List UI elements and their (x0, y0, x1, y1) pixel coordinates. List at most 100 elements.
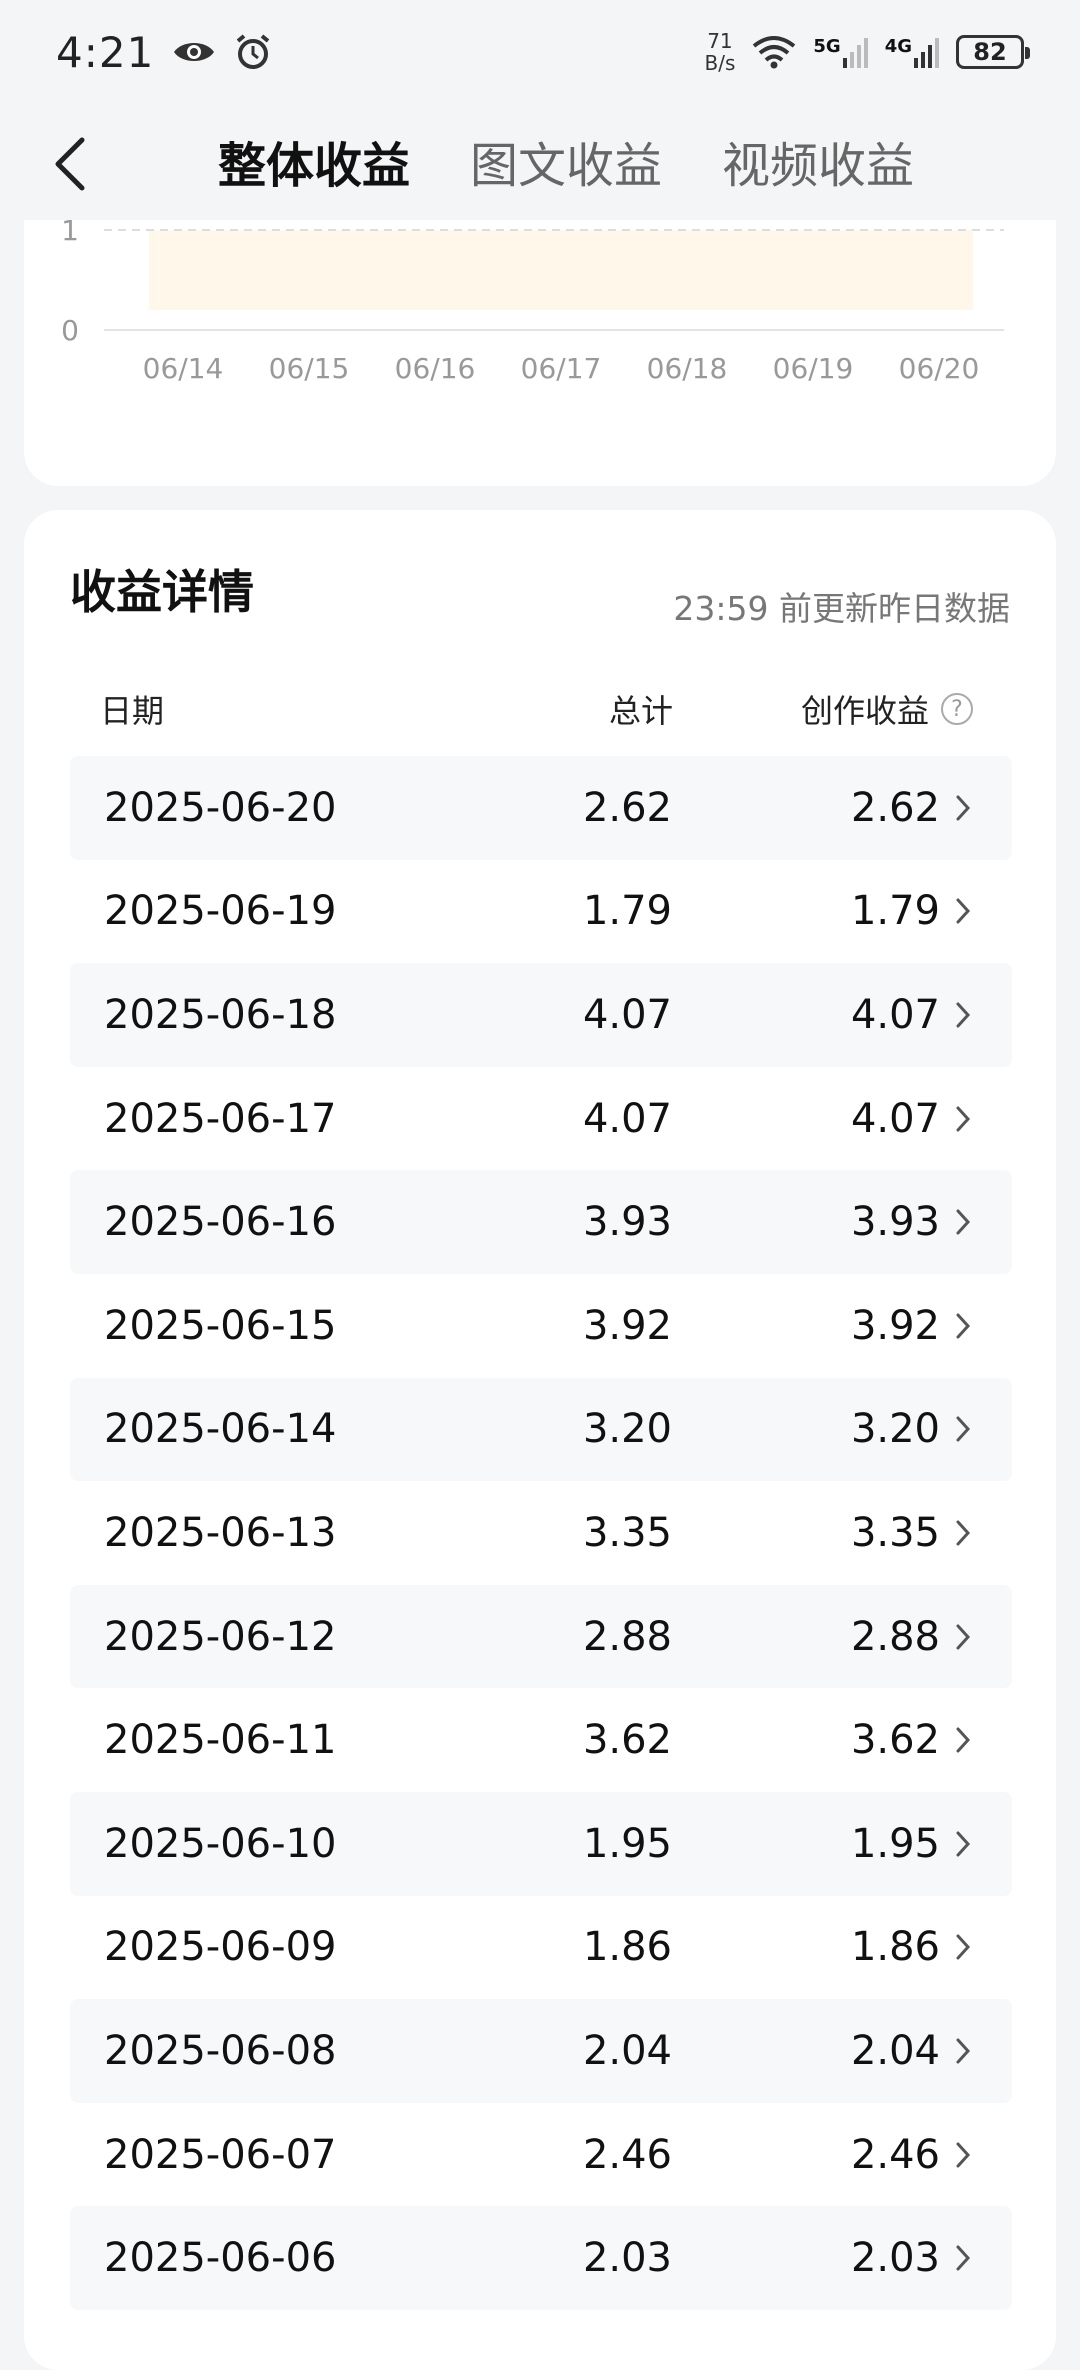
battery-indicator: 82 (956, 35, 1030, 69)
chevron-right-icon (956, 1002, 971, 1028)
row-creation-earnings: 3.20 (850, 1406, 940, 1453)
table-row[interactable]: 2025-06-11 3.62 3.62 (70, 1688, 1012, 1792)
chevron-right-icon (956, 1209, 971, 1235)
table-row[interactable]: 2025-06-17 4.07 4.07 (70, 1067, 1012, 1171)
row-total: 2.62 (582, 784, 672, 831)
row-total: 3.93 (582, 1199, 672, 1246)
table-row[interactable]: 2025-06-18 4.07 4.07 (70, 963, 1012, 1067)
table-row[interactable]: 2025-06-06 2.03 2.03 (70, 2206, 1012, 2310)
row-total: 1.79 (582, 888, 672, 935)
x-tick-label: 06/14 (143, 352, 224, 385)
column-header-total: 总计 (609, 692, 674, 730)
row-date: 2025-06-06 (104, 2235, 337, 2282)
row-creation-earnings: 2.04 (850, 2027, 940, 2074)
wifi-icon (753, 36, 796, 69)
status-bar: 4:21 71 B/s 5G 4G 82 (0, 0, 1080, 104)
signal-bars-icon (914, 38, 939, 68)
row-date: 2025-06-19 (104, 888, 337, 935)
row-creation-earnings: 2.46 (850, 2131, 940, 2178)
row-total: 3.35 (582, 1509, 672, 1556)
chevron-right-icon (956, 795, 971, 821)
table-row[interactable]: 2025-06-15 3.92 3.92 (70, 1274, 1012, 1378)
x-tick-label: 06/15 (269, 352, 350, 385)
table-row[interactable]: 2025-06-16 3.93 3.93 (70, 1170, 1012, 1274)
row-total: 2.04 (582, 2027, 672, 2074)
row-creation-earnings: 4.07 (850, 1095, 940, 1142)
table-row[interactable]: 2025-06-13 3.35 3.35 (70, 1481, 1012, 1585)
x-tick-label: 06/19 (773, 352, 854, 385)
chevron-right-icon (956, 2245, 971, 2271)
table-row[interactable]: 2025-06-19 1.79 1.79 (70, 860, 1012, 964)
row-total: 2.88 (582, 1613, 672, 1660)
help-icon[interactable]: ? (941, 693, 974, 725)
row-creation-earnings: 3.35 (850, 1509, 940, 1556)
chevron-right-icon (956, 1624, 971, 1650)
table-row[interactable]: 2025-06-20 2.62 2.62 (70, 756, 1012, 860)
top-navigation: 整体收益 图文收益 视频收益 (0, 104, 1080, 220)
row-date: 2025-06-11 (104, 1717, 337, 1764)
chevron-right-icon (956, 1520, 971, 1546)
status-time: 4:21 (56, 27, 155, 77)
row-total: 2.03 (582, 2235, 672, 2282)
chevron-right-icon (956, 1831, 971, 1857)
y-tick-label: 1 (61, 220, 79, 247)
update-note: 23:59 前更新昨日数据 (673, 589, 1010, 628)
earnings-chart-card: 0 1 06/14 06/15 06/16 06/17 06/18 06/19 06/20 (24, 220, 1056, 486)
row-date: 2025-06-10 (104, 1820, 337, 1867)
row-date: 2025-06-07 (104, 2131, 337, 2178)
row-total: 4.07 (582, 991, 672, 1038)
tab-overall-earnings[interactable]: 整体收益 (218, 126, 410, 196)
chevron-right-icon (956, 1106, 971, 1132)
chevron-right-icon (956, 2038, 971, 2064)
eye-icon (174, 43, 215, 61)
table-row[interactable]: 2025-06-08 2.04 2.04 (70, 1999, 1012, 2103)
table-row[interactable]: 2025-06-12 2.88 2.88 (70, 1584, 1012, 1689)
table-row[interactable]: 2025-06-09 1.86 1.86 (70, 1896, 1012, 2000)
column-header-date: 日期 (100, 692, 165, 730)
chevron-right-icon (956, 1934, 971, 1960)
signal-sim2: 4G (885, 36, 940, 68)
row-date: 2025-06-12 (104, 1613, 337, 1660)
row-date: 2025-06-16 (104, 1199, 337, 1246)
row-creation-earnings: 3.93 (850, 1199, 940, 1246)
table-row[interactable]: 2025-06-07 2.46 2.46 (70, 2103, 1012, 2207)
row-creation-earnings: 1.79 (850, 888, 940, 935)
chevron-right-icon (956, 898, 971, 924)
x-tick-label: 06/18 (647, 352, 728, 385)
row-total: 3.92 (582, 1302, 672, 1349)
table-row[interactable]: 2025-06-14 3.20 3.20 (70, 1377, 1012, 1482)
row-creation-earnings: 2.88 (850, 1613, 940, 1660)
row-creation-earnings: 3.92 (850, 1302, 940, 1349)
y-tick-label: 0 (61, 314, 79, 347)
tab-article-earnings[interactable]: 图文收益 (470, 126, 662, 196)
row-creation-earnings: 1.95 (850, 1820, 940, 1867)
table-row[interactable]: 2025-06-10 1.95 1.95 (70, 1791, 1012, 1896)
row-creation-earnings: 2.03 (850, 2235, 940, 2282)
earnings-tabs: 整体收益 图文收益 视频收益 (218, 126, 914, 196)
chevron-right-icon (956, 1313, 971, 1339)
row-total: 3.62 (582, 1717, 672, 1764)
earnings-details-card: 收益详情 23:59 前更新昨日数据 日期 总计 创作收益 ? 2025-06-… (24, 510, 1056, 2370)
row-date: 2025-06-17 (104, 1095, 337, 1142)
chevron-right-icon (956, 1416, 971, 1442)
row-date: 2025-06-08 (104, 2027, 337, 2074)
signal-sim1: 5G (813, 36, 868, 68)
row-total: 4.07 (582, 1095, 672, 1142)
x-tick-label: 06/16 (395, 352, 476, 385)
row-creation-earnings: 4.07 (850, 991, 940, 1038)
row-total: 2.46 (582, 2131, 672, 2178)
alarm-icon (237, 34, 270, 69)
x-tick-label: 06/20 (899, 352, 980, 385)
back-icon[interactable] (44, 134, 104, 194)
details-title: 收益详情 (70, 565, 254, 619)
row-creation-earnings: 3.62 (850, 1717, 940, 1764)
earnings-table: 2025-06-20 2.62 2.62 2025-06-19 1.79 1.79 2025… (70, 756, 1012, 2310)
signal-bars-icon (842, 38, 868, 68)
row-date: 2025-06-15 (104, 1302, 337, 1349)
earnings-chart: 0 1 06/14 06/15 06/16 06/17 06/18 06/19 06/20 (61, 220, 1004, 385)
row-total: 3.20 (582, 1406, 672, 1453)
row-total: 1.86 (582, 1924, 672, 1971)
tab-video-earnings[interactable]: 视频收益 (722, 126, 914, 196)
row-date: 2025-06-20 (104, 784, 337, 831)
chevron-right-icon (956, 1727, 971, 1753)
